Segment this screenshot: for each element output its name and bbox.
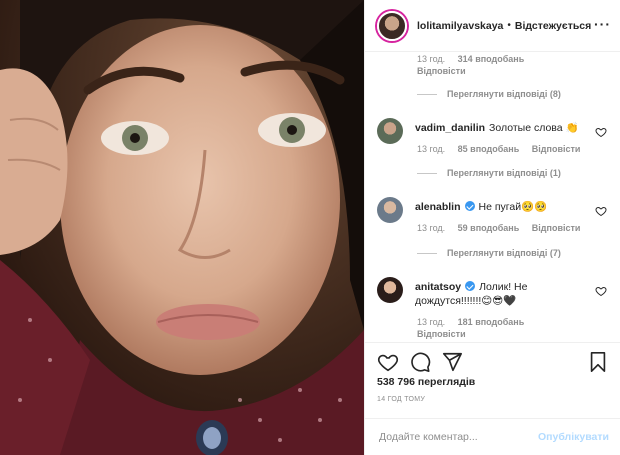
comment-text: Золотые слова 👏	[489, 122, 579, 134]
view-replies-button[interactable]: Переглянути відповіді (1)	[417, 168, 561, 178]
comment-likes[interactable]: 181 вподобань	[458, 317, 525, 327]
view-replies-label: Переглянути відповіді (8)	[447, 89, 561, 99]
post-comment-button[interactable]: Опублікувати	[538, 431, 609, 443]
comment-body: vadim_danilin Золотые слова 👏	[415, 121, 585, 135]
comment-input[interactable]	[379, 431, 529, 443]
comment-likes[interactable]: 314 вподобань	[458, 54, 525, 64]
reply-button[interactable]: Відповісти	[532, 144, 581, 154]
post-media[interactable]	[0, 0, 364, 455]
verified-badge-icon	[465, 281, 476, 291]
comment-composer: Опублікувати	[365, 418, 620, 455]
post-header: lolitamilyavskaya • Відстежується ···	[365, 0, 620, 52]
following-button[interactable]: Відстежується	[515, 20, 591, 32]
share-icon[interactable]	[441, 351, 463, 373]
comment-time: 13 год.	[417, 54, 446, 64]
reply-button[interactable]: Відповісти	[417, 66, 466, 76]
comment-text: Не пугай🥺🥺	[478, 201, 548, 213]
commenter-username[interactable]: anitatsoy	[415, 281, 461, 293]
view-replies-button[interactable]: Переглянути відповіді (7)	[417, 248, 561, 258]
comment-body: alenablin Не пугай🥺🥺	[415, 200, 585, 214]
commenter-username[interactable]: vadim_danilin	[415, 122, 485, 134]
comment-meta: 13 год. 59 вподобань Відповісти	[417, 223, 590, 233]
like-comment-heart-icon[interactable]	[595, 126, 607, 138]
comment-time: 13 год.	[417, 223, 446, 233]
commenter-avatar[interactable]	[377, 118, 403, 144]
more-options-icon[interactable]: ···	[594, 16, 611, 32]
comment-meta: 13 год. 181 вподобань	[417, 317, 534, 327]
bookmark-icon[interactable]	[587, 351, 609, 373]
author-username[interactable]: lolitamilyavskaya	[417, 20, 503, 32]
post-panel: lolitamilyavskaya • Відстежується ··· 13…	[364, 0, 620, 455]
view-replies-label: Переглянути відповіді (1)	[447, 168, 561, 178]
like-comment-heart-icon[interactable]	[595, 285, 607, 297]
replies-divider	[417, 93, 437, 95]
reply-button[interactable]: Відповісти	[417, 329, 466, 339]
comment-likes[interactable]: 85 вподобань	[458, 144, 520, 154]
comment-body: anitatsoy Лолик! Не дождутся!!!!!!!😊😎🖤	[415, 280, 585, 308]
view-replies-button[interactable]: Переглянути відповіді (8)	[417, 89, 561, 99]
post-photo	[0, 0, 364, 455]
view-count[interactable]: 538 796 переглядів	[377, 376, 475, 388]
comment-time: 13 год.	[417, 317, 446, 327]
comment-likes[interactable]: 59 вподобань	[458, 223, 520, 233]
reply-button[interactable]: Відповісти	[532, 223, 581, 233]
comment-meta: 13 год. 85 вподобань Відповісти	[417, 144, 590, 154]
comment-icon[interactable]	[409, 351, 431, 373]
heart-icon[interactable]	[377, 351, 399, 373]
post-timestamp[interactable]: 14 ГОД ТОМУ	[377, 396, 425, 403]
replies-divider	[417, 172, 437, 174]
comment-time: 13 год.	[417, 144, 446, 154]
author-avatar[interactable]	[377, 10, 407, 41]
commenter-avatar[interactable]	[377, 197, 403, 223]
comment-meta-reply: Відповісти	[417, 66, 476, 76]
comment-meta-reply: Відповісти	[417, 329, 476, 339]
like-comment-heart-icon[interactable]	[595, 205, 607, 217]
comment-meta: 13 год. 314 вподобань	[417, 54, 534, 64]
replies-divider	[417, 252, 437, 254]
commenter-username[interactable]: alenablin	[415, 201, 461, 213]
verified-badge-icon	[464, 201, 475, 211]
header-separator: •	[507, 20, 511, 31]
comments-list[interactable]: 13 год. 314 вподобань Відповісти Перегля…	[365, 52, 620, 342]
view-replies-label: Переглянути відповіді (7)	[447, 248, 561, 258]
comment-item: anitatsoy Лолик! Не дождутся!!!!!!!😊😎🖤 13…	[377, 277, 613, 342]
commenter-avatar[interactable]	[377, 277, 403, 303]
